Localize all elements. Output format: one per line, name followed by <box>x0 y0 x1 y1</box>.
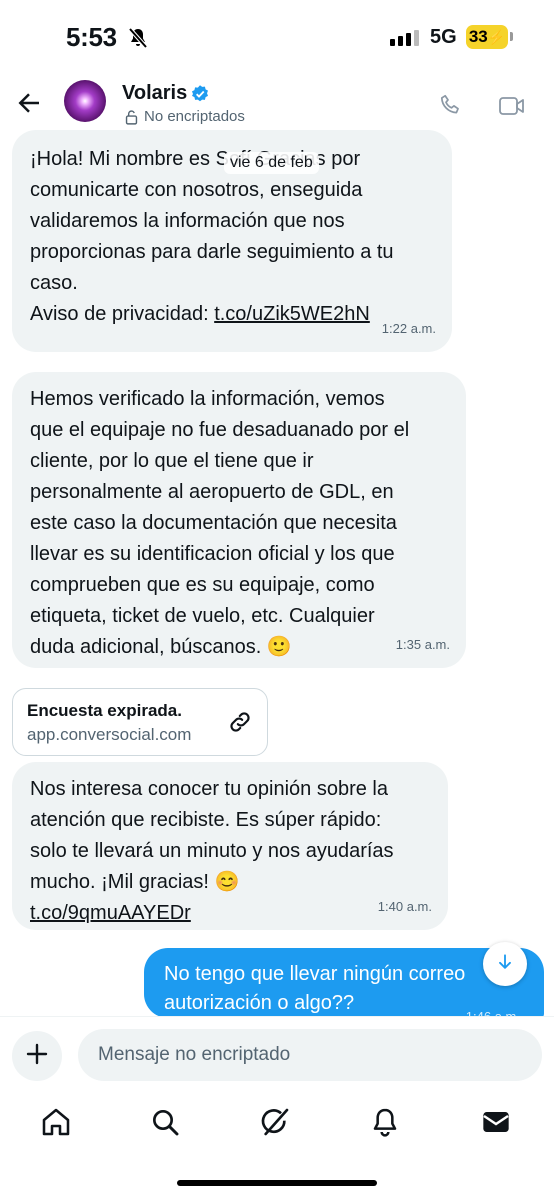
unlocked-icon <box>123 109 140 131</box>
verified-badge-icon <box>190 84 210 109</box>
message-bubble[interactable]: Hemos verificado la información, vemos q… <box>12 372 466 668</box>
home-icon[interactable] <box>40 1106 72 1143</box>
status-time: 5:53 <box>66 22 117 52</box>
message-text: No tengo que llevar ningún correo autori… <box>164 963 466 1014</box>
scroll-to-bottom-button[interactable] <box>483 942 527 986</box>
battery-tip <box>510 32 513 41</box>
network-type: 5G <box>430 26 457 48</box>
silent-bell-icon <box>126 26 150 55</box>
encryption-status: No encriptados <box>144 108 245 125</box>
home-indicator[interactable] <box>177 1180 377 1186</box>
message-bubble[interactable]: Nos interesa conocer tu opinión sobre la… <box>12 762 448 930</box>
date-separator: vie 6 de feb <box>224 152 319 174</box>
status-bar: 5:53 5G 33 ⚡ <box>0 0 554 72</box>
card-title: Encuesta expirada. <box>27 701 182 720</box>
grok-icon[interactable] <box>259 1106 291 1143</box>
add-attachment-button[interactable] <box>12 1031 62 1081</box>
message-link[interactable]: t.co/9qmuAAYEDr <box>30 902 191 924</box>
back-arrow-icon[interactable] <box>14 88 44 123</box>
phone-call-icon[interactable] <box>438 92 464 123</box>
battery-icon: 33 ⚡ <box>466 25 508 49</box>
battery-level: 33 <box>468 27 488 46</box>
arrow-down-icon <box>495 952 515 977</box>
message-time: 1:22 a.m. <box>381 321 436 336</box>
contact-name[interactable]: Volaris <box>122 82 187 105</box>
link-icon[interactable] <box>227 709 253 740</box>
messages-envelope-icon[interactable] <box>480 1106 512 1143</box>
message-input[interactable] <box>78 1029 542 1081</box>
message-link[interactable]: t.co/uZik5WE2hN <box>214 303 370 325</box>
plus-icon <box>25 1042 49 1071</box>
link-preview-card[interactable]: Encuesta expirada. app.conversocial.com <box>12 688 268 756</box>
signal-icon <box>390 30 419 46</box>
message-time: 1:40 a.m. <box>377 899 432 914</box>
message-text: Hemos verificado la información, vemos q… <box>30 388 410 658</box>
conversation-header: Volaris No encriptados <box>0 76 554 132</box>
search-icon[interactable] <box>149 1106 181 1143</box>
card-url: app.conversocial.com <box>27 725 192 744</box>
notifications-bell-icon[interactable] <box>369 1106 401 1143</box>
message-time: 1:35 a.m. <box>395 637 450 652</box>
video-call-icon[interactable] <box>498 94 526 123</box>
message-composer <box>0 1016 554 1085</box>
bottom-navigation <box>0 1096 554 1156</box>
avatar[interactable] <box>64 80 106 122</box>
